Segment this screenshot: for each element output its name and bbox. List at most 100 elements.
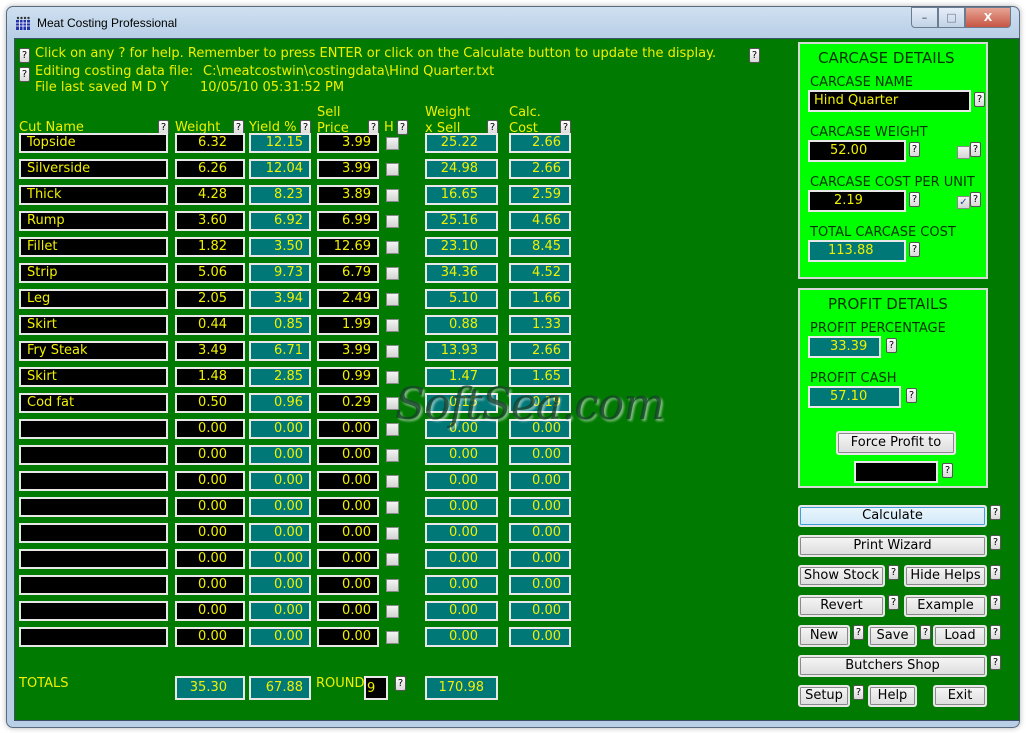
force-profit-input[interactable] [854, 461, 938, 483]
h-checkbox[interactable] [386, 189, 399, 202]
h-checkbox[interactable] [386, 215, 399, 228]
weight-input[interactable]: 6.26 [175, 159, 245, 179]
help-icon[interactable]: ? [990, 655, 1001, 670]
carcase-weight-checkbox[interactable] [957, 146, 970, 159]
help-icon[interactable]: ? [970, 142, 981, 157]
load-button[interactable]: Load [933, 625, 987, 647]
new-button[interactable]: New [798, 625, 850, 647]
cut-name-input[interactable] [19, 627, 168, 647]
help-icon[interactable]: ? [749, 48, 760, 63]
cut-name-input[interactable]: Skirt [19, 315, 168, 335]
weight-input[interactable]: 0.00 [175, 601, 245, 621]
help-icon[interactable]: ? [395, 676, 406, 691]
help-icon[interactable]: ? [888, 595, 899, 610]
cut-name-input[interactable]: Topside [19, 133, 168, 153]
h-checkbox[interactable] [386, 449, 399, 462]
help-icon[interactable]: ? [853, 625, 864, 640]
weight-input[interactable]: 0.00 [175, 471, 245, 491]
h-checkbox[interactable] [386, 631, 399, 644]
weight-input[interactable]: 0.44 [175, 315, 245, 335]
weight-input[interactable]: 3.49 [175, 341, 245, 361]
help-icon[interactable]: ? [906, 388, 917, 403]
force-profit-button[interactable]: Force Profit to [836, 431, 956, 455]
sell-price-input[interactable]: 1.99 [317, 315, 379, 335]
help-icon[interactable]: ? [909, 242, 920, 257]
h-checkbox[interactable] [386, 293, 399, 306]
sell-price-input[interactable]: 0.99 [317, 367, 379, 387]
h-checkbox[interactable] [386, 137, 399, 150]
weight-input[interactable]: 0.00 [175, 523, 245, 543]
help-icon[interactable]: ? [990, 595, 1001, 610]
round-input[interactable]: 9 [364, 676, 388, 700]
h-checkbox[interactable] [386, 475, 399, 488]
sell-price-input[interactable]: 0.00 [317, 575, 379, 595]
show-stock-button[interactable]: Show Stock [798, 565, 885, 587]
help-icon[interactable]: ? [19, 48, 30, 63]
cut-name-input[interactable] [19, 419, 168, 439]
h-checkbox[interactable] [386, 579, 399, 592]
weight-input[interactable]: 0.00 [175, 419, 245, 439]
cut-name-input[interactable]: Skirt [19, 367, 168, 387]
calculate-button[interactable]: Calculate [798, 505, 987, 527]
print-wizard-button[interactable]: Print Wizard [798, 535, 987, 557]
help-icon[interactable]: ? [990, 565, 1001, 580]
weight-input[interactable]: 3.60 [175, 211, 245, 231]
cut-name-input[interactable] [19, 523, 168, 543]
minimize-button[interactable]: – [911, 7, 938, 28]
close-button[interactable]: X [965, 7, 1011, 28]
h-checkbox[interactable] [386, 501, 399, 514]
help-icon[interactable]: ? [909, 142, 920, 157]
cost-per-unit-checkbox[interactable]: ✓ [957, 196, 970, 209]
weight-input[interactable]: 1.82 [175, 237, 245, 257]
h-checkbox[interactable] [386, 371, 399, 384]
hide-helps-button[interactable]: Hide Helps [904, 565, 987, 587]
sell-price-input[interactable]: 0.00 [317, 549, 379, 569]
cut-name-input[interactable] [19, 549, 168, 569]
cut-name-input[interactable]: Rump [19, 211, 168, 231]
save-button[interactable]: Save [868, 625, 917, 647]
cut-name-input[interactable]: Strip [19, 263, 168, 283]
cost-per-unit-input[interactable]: 2.19 [808, 190, 906, 212]
sell-price-input[interactable]: 2.49 [317, 289, 379, 309]
sell-price-input[interactable]: 3.99 [317, 133, 379, 153]
weight-input[interactable]: 0.00 [175, 497, 245, 517]
cut-name-input[interactable] [19, 497, 168, 517]
weight-input[interactable]: 6.32 [175, 133, 245, 153]
weight-input[interactable]: 0.00 [175, 627, 245, 647]
sell-price-input[interactable]: 0.00 [317, 523, 379, 543]
setup-button[interactable]: Setup [798, 685, 850, 707]
help-icon[interactable]: ? [886, 338, 897, 353]
cut-name-input[interactable]: Fillet [19, 237, 168, 257]
weight-input[interactable]: 0.00 [175, 445, 245, 465]
weight-input[interactable]: 0.00 [175, 549, 245, 569]
maximize-button[interactable]: □ [938, 7, 965, 28]
sell-price-input[interactable]: 0.00 [317, 601, 379, 621]
h-checkbox[interactable] [386, 527, 399, 540]
cut-name-input[interactable]: Thick [19, 185, 168, 205]
example-button[interactable]: Example [904, 595, 987, 617]
carcase-weight-input[interactable]: 52.00 [808, 140, 906, 162]
title-bar[interactable]: Meat Costing Professional – □ X [7, 7, 1019, 39]
revert-button[interactable]: Revert [798, 595, 885, 617]
sell-price-input[interactable]: 0.00 [317, 497, 379, 517]
cut-name-input[interactable]: Fry Steak [19, 341, 168, 361]
h-checkbox[interactable] [386, 241, 399, 254]
help-button[interactable]: Help [868, 685, 917, 707]
help-icon[interactable]: ? [942, 463, 953, 478]
sell-price-input[interactable]: 6.99 [317, 211, 379, 231]
sell-price-input[interactable]: 12.69 [317, 237, 379, 257]
h-checkbox[interactable] [386, 397, 399, 410]
sell-price-input[interactable]: 3.99 [317, 341, 379, 361]
help-icon[interactable]: ? [974, 92, 985, 107]
weight-input[interactable]: 4.28 [175, 185, 245, 205]
h-checkbox[interactable] [386, 345, 399, 358]
h-checkbox[interactable] [386, 605, 399, 618]
help-icon[interactable]: ? [970, 192, 981, 207]
help-icon[interactable]: ? [19, 67, 30, 82]
weight-input[interactable]: 2.05 [175, 289, 245, 309]
sell-price-input[interactable]: 0.00 [317, 445, 379, 465]
sell-price-input[interactable]: 0.00 [317, 471, 379, 491]
cut-name-input[interactable]: Cod fat [19, 393, 168, 413]
h-checkbox[interactable] [386, 319, 399, 332]
sell-price-input[interactable]: 3.89 [317, 185, 379, 205]
